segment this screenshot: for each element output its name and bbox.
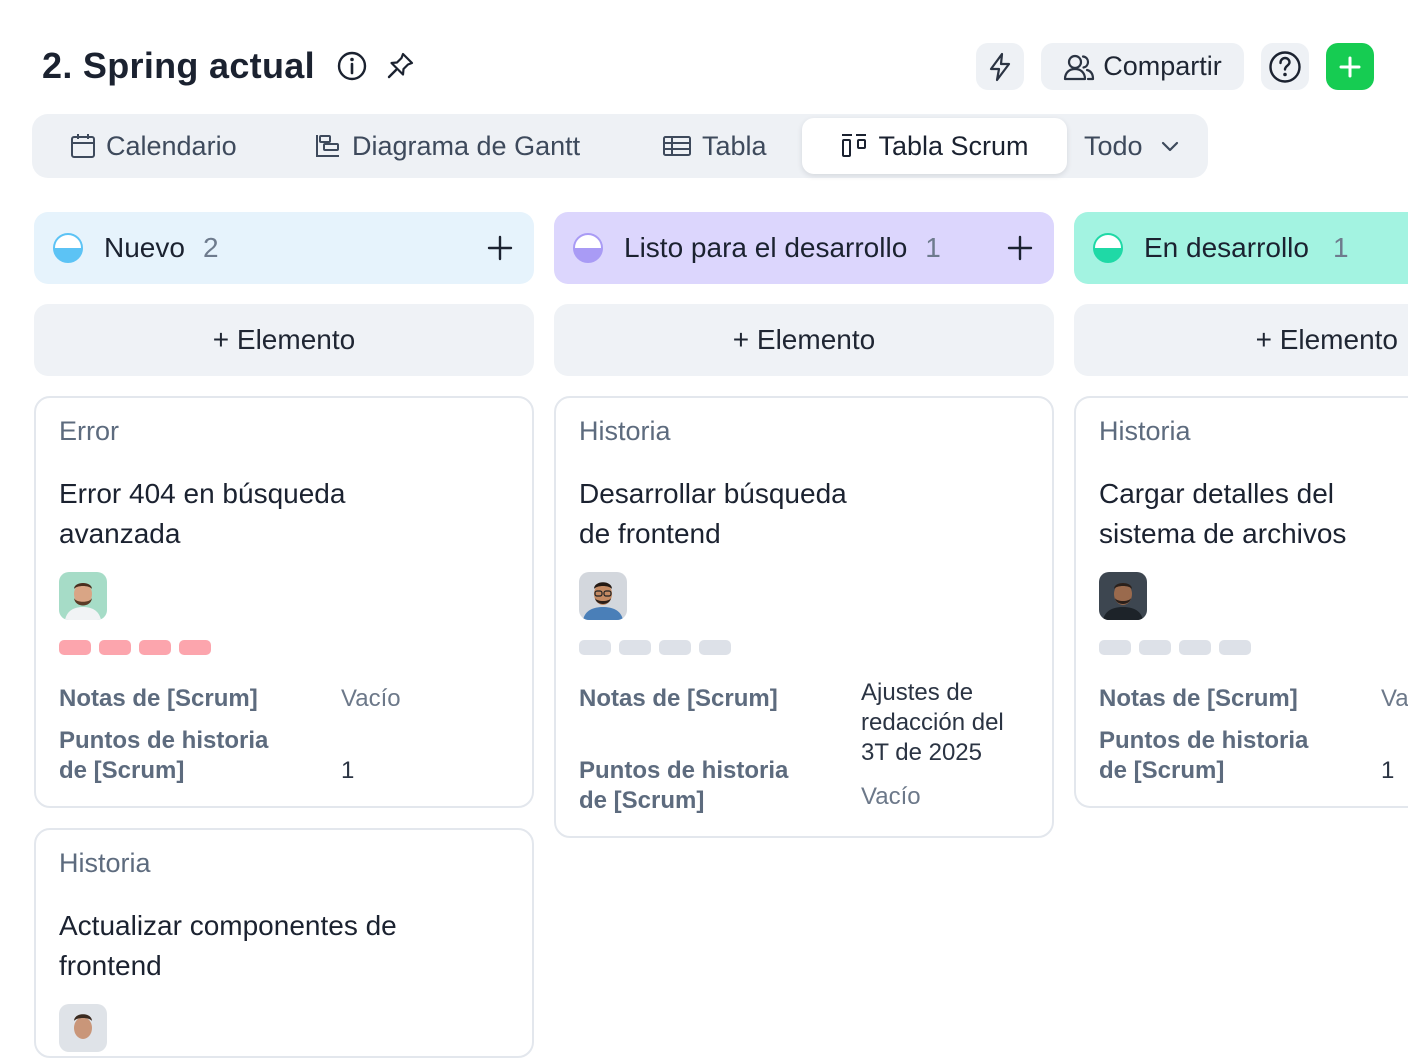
field-value: Ajustes de redacción del 3T de 2025 xyxy=(861,679,1004,766)
column-count: 2 xyxy=(202,232,219,263)
gantt-icon xyxy=(316,135,339,157)
card-type: Error xyxy=(59,416,119,446)
priority-bar xyxy=(59,640,91,655)
share-button[interactable]: Compartir xyxy=(1041,43,1244,90)
avatar-image xyxy=(1099,572,1147,620)
status-icon xyxy=(1093,233,1123,263)
tab-table[interactable]: Tabla xyxy=(662,118,767,174)
card-title: Error 404 en búsqueda avanzada xyxy=(59,478,346,549)
tab-label: Tabla Scrum xyxy=(878,130,1029,161)
page-title: 2. Spring actual xyxy=(42,45,315,86)
avatar-image xyxy=(59,1004,107,1052)
priority-bar xyxy=(1179,640,1211,655)
card-title: Cargar detalles del sistema de archivos xyxy=(1099,478,1347,549)
task-card[interactable]: Historia Cargar detalles del sistema de … xyxy=(1074,396,1408,808)
priority-bar xyxy=(699,640,731,655)
priority-bar xyxy=(1219,640,1251,655)
plus-icon xyxy=(1339,56,1361,77)
add-item-button[interactable]: + Elemento xyxy=(34,304,534,376)
add-to-column-icon[interactable] xyxy=(1006,234,1034,262)
view-tabs: Calendario Diagrama de Gantt Tabla Tabla… xyxy=(32,114,1208,178)
tab-more[interactable]: Todo xyxy=(1084,118,1189,174)
field-label: Puntos de historia de [Scrum] xyxy=(1099,727,1309,784)
priority-bar xyxy=(139,640,171,655)
add-button[interactable] xyxy=(1326,43,1374,90)
field-label: Notas de [Scrum] xyxy=(579,685,778,712)
calendar-icon xyxy=(71,134,95,158)
users-icon xyxy=(1064,54,1095,80)
chevron-down-icon xyxy=(1161,141,1178,152)
priority-bar xyxy=(579,640,611,655)
field-value: 1 xyxy=(1381,757,1395,784)
priority-bar xyxy=(99,640,131,655)
tab-scrum-board[interactable]: Tabla Scrum xyxy=(802,118,1067,174)
field-label: Puntos de historia de [Scrum] xyxy=(59,727,269,784)
board-icon xyxy=(842,134,867,157)
tab-label: Diagrama de Gantt xyxy=(352,130,581,161)
column-name: Nuevo xyxy=(104,232,185,263)
info-icon[interactable] xyxy=(336,50,368,82)
card-type: Historia xyxy=(1099,416,1191,446)
priority-indicator xyxy=(1099,640,1251,655)
task-card[interactable]: Error Error 404 en búsqueda avanzada Not… xyxy=(34,396,534,808)
automation-button[interactable] xyxy=(976,43,1024,90)
priority-bar xyxy=(179,640,211,655)
avatar-image xyxy=(579,572,627,620)
priority-indicator xyxy=(59,640,211,655)
avatar[interactable] xyxy=(1099,572,1147,620)
lightning-icon xyxy=(989,52,1011,81)
field-label: Notas de [Scrum] xyxy=(1099,685,1298,712)
table-icon xyxy=(663,136,691,156)
status-icon xyxy=(53,233,83,263)
share-label: Compartir xyxy=(1103,51,1222,81)
status-icon xyxy=(573,233,603,263)
task-card[interactable]: Historia Desarrollar búsqueda de fronten… xyxy=(554,396,1054,838)
field-label: Notas de [Scrum] xyxy=(59,685,258,712)
column-header-in-dev: En desarrollo 1 xyxy=(1074,212,1408,284)
field-value: Vacío xyxy=(861,783,921,810)
tab-label: Todo xyxy=(1084,130,1143,161)
column-name: En desarrollo xyxy=(1144,232,1309,263)
column-header-nuevo: Nuevo 2 xyxy=(34,212,534,284)
tab-gantt[interactable]: Diagrama de Gantt xyxy=(314,118,580,174)
priority-bar xyxy=(1139,640,1171,655)
tab-calendar[interactable]: Calendario xyxy=(70,118,237,174)
field-value: 1 xyxy=(341,757,355,784)
pin-icon[interactable] xyxy=(384,50,416,82)
card-title: Actualizar componentes de frontend xyxy=(59,910,397,981)
avatar[interactable] xyxy=(59,1004,107,1052)
add-item-button[interactable]: + Elemento xyxy=(554,304,1054,376)
card-type: Historia xyxy=(579,416,671,446)
card-title: Desarrollar búsqueda de frontend xyxy=(579,478,847,549)
add-to-column-icon[interactable] xyxy=(486,234,514,262)
column-name: Listo para el desarrollo xyxy=(624,232,908,263)
field-value: Vacío xyxy=(341,685,401,712)
priority-bar xyxy=(619,640,651,655)
tab-label: Tabla xyxy=(702,130,767,161)
avatar-image xyxy=(59,572,107,620)
tab-label: Calendario xyxy=(106,130,237,161)
add-item-button[interactable]: + Elemento xyxy=(1074,304,1408,376)
field-value: Va xyxy=(1381,685,1408,712)
avatar[interactable] xyxy=(59,572,107,620)
column-count: 1 xyxy=(1332,232,1349,263)
help-button[interactable] xyxy=(1261,43,1309,90)
column-count: 1 xyxy=(925,232,941,263)
avatar[interactable] xyxy=(579,572,627,620)
help-icon xyxy=(1269,50,1301,83)
column-header-ready: Listo para el desarrollo 1 xyxy=(554,212,1054,284)
priority-indicator xyxy=(579,640,731,655)
field-label: Puntos de historia de [Scrum] xyxy=(579,757,789,814)
priority-bar xyxy=(659,640,691,655)
priority-bar xyxy=(1099,640,1131,655)
card-type: Historia xyxy=(59,848,151,878)
